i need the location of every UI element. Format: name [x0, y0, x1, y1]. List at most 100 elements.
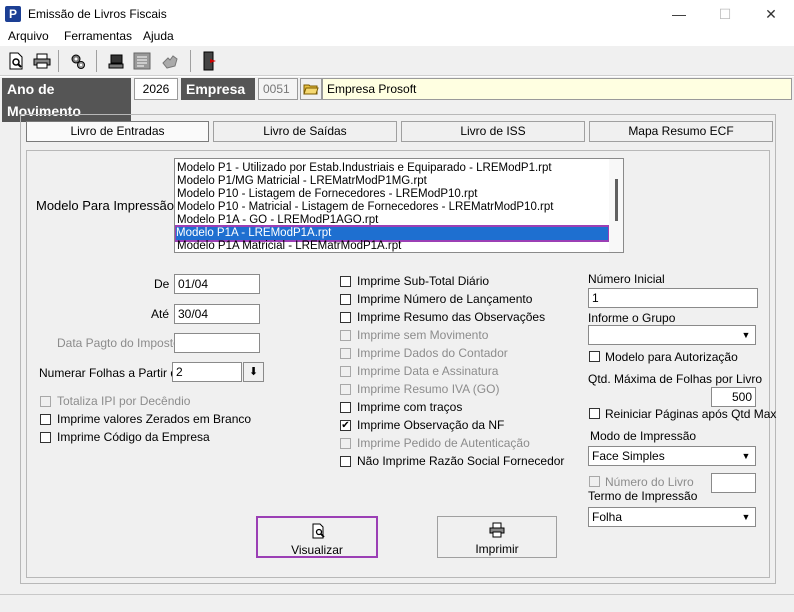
header-strip: Ano de Movimento 2026 Empresa 0051 Empre… — [0, 76, 794, 122]
numero-livro-checkbox[interactable] — [589, 476, 600, 487]
document-list-icon — [133, 52, 151, 70]
print-toolbar-button[interactable] — [30, 49, 54, 73]
list-item[interactable]: Modelo P1A - GO - LREModP1AGO.rpt — [177, 214, 378, 227]
chevron-down-icon: ▼ — [741, 512, 751, 522]
status-bar — [0, 594, 794, 612]
dados-contador-checkbox[interactable] — [340, 348, 351, 359]
modelo-impressao-list[interactable]: Modelo P1 - Utilizado por Estab.Industri… — [174, 158, 624, 253]
data-assinatura-checkbox[interactable] — [340, 366, 351, 377]
toolbar-separator — [190, 50, 191, 72]
empresa-lookup-button[interactable] — [300, 78, 322, 100]
printer-icon — [489, 522, 505, 538]
de-label: De — [154, 277, 170, 291]
grupo-select[interactable]: ▼ — [588, 325, 756, 345]
preview-icon — [9, 52, 23, 70]
observacao-nf-checkbox[interactable]: ✔ — [340, 420, 351, 431]
visualizar-button[interactable]: Visualizar — [256, 516, 378, 558]
window-title: Emissão de Livros Fiscais — [28, 7, 167, 21]
com-tracos-checkbox[interactable] — [340, 402, 351, 413]
printer-icon — [33, 53, 51, 69]
list-item[interactable]: Modelo P1/MG Matricial - LREMatrModP1MG.… — [177, 175, 427, 188]
data-assinatura-label: Imprime Data e Assinatura — [357, 364, 499, 378]
ano-movimento-field[interactable]: 2026 — [134, 78, 178, 100]
exit-door-icon — [203, 51, 216, 71]
numero-livro-label: Número do Livro — [605, 475, 694, 489]
menu-bar: Arquivo Ferramentas Ajuda — [0, 28, 794, 46]
pedido-autenticacao-checkbox[interactable] — [340, 438, 351, 449]
codigo-empresa-label: Imprime Código da Empresa — [57, 430, 210, 444]
ate-date-input[interactable]: 30/04 — [174, 304, 260, 324]
qtd-maxima-label: Qtd. Máxima de Folhas por Livro — [588, 372, 763, 386]
list-item[interactable]: Modelo P1A Matricial - LREMatrModP1A.rpt — [177, 240, 401, 252]
numerar-folhas-label: Numerar Folhas a Partir de — [39, 366, 184, 380]
minimize-button[interactable]: — — [656, 0, 702, 28]
exit-toolbar-button[interactable] — [198, 49, 222, 73]
resumo-observacoes-checkbox[interactable] — [340, 312, 351, 323]
menu-ferramentas[interactable]: Ferramentas — [64, 29, 132, 43]
empresa-label: Empresa — [181, 78, 255, 100]
maximize-button[interactable]: ☐ — [702, 0, 748, 28]
gears-icon — [71, 54, 85, 69]
menu-arquivo[interactable]: Arquivo — [8, 29, 49, 43]
computer-icon — [108, 54, 124, 69]
grupo-label: Informe o Grupo — [588, 311, 676, 325]
tab-mapa-resumo-ecf[interactable]: Mapa Resumo ECF — [589, 121, 773, 142]
termo-impressao-select[interactable]: Folha ▼ — [588, 507, 756, 527]
com-tracos-label: Imprime com traços — [357, 400, 463, 414]
empresa-code-field[interactable]: 0051 — [258, 78, 298, 100]
sub-total-diario-checkbox[interactable] — [340, 276, 351, 287]
observacao-nf-label: Imprime Observação da NF — [357, 418, 505, 432]
sem-movimento-label: Imprime sem Movimento — [357, 328, 489, 342]
valores-zerados-checkbox[interactable] — [40, 414, 51, 425]
hand-toolbar-button[interactable] — [158, 49, 182, 73]
app-icon: P — [5, 6, 21, 22]
reiniciar-paginas-label: Reiniciar Páginas após Qtd Max — [605, 407, 777, 421]
preview-icon — [312, 523, 325, 539]
settings-toolbar-button[interactable] — [66, 49, 90, 73]
resumo-observacoes-label: Imprime Resumo das Observações — [357, 310, 546, 324]
modo-impressao-select[interactable]: Face Simples ▼ — [588, 446, 756, 466]
resumo-iva-checkbox[interactable] — [340, 384, 351, 395]
menu-ajuda[interactable]: Ajuda — [143, 29, 174, 43]
numero-inicial-input[interactable]: 1 — [588, 288, 758, 308]
chevron-down-icon: ▼ — [741, 451, 751, 461]
list-scrollbar-thumb[interactable] — [615, 179, 618, 221]
tab-livro-iss[interactable]: Livro de ISS — [401, 121, 585, 142]
reiniciar-paginas-checkbox[interactable] — [589, 408, 600, 419]
data-pagto-input[interactable] — [174, 333, 260, 353]
numero-inicial-label: Número Inicial — [588, 272, 665, 286]
list-item-selected[interactable]: Modelo P1A - LREModP1A.rpt — [175, 225, 610, 242]
dados-contador-label: Imprime Dados do Contador — [357, 346, 508, 360]
data-pagto-label: Data Pagto do Imposto — [57, 336, 180, 350]
numero-lancamento-checkbox[interactable] — [340, 294, 351, 305]
razao-social-checkbox[interactable] — [340, 456, 351, 467]
title-bar: P Emissão de Livros Fiscais — ☐ ✕ — [0, 0, 794, 28]
imprimir-button[interactable]: Imprimir — [437, 516, 557, 558]
modo-impressao-value: Face Simples — [592, 449, 665, 463]
codigo-empresa-checkbox[interactable] — [40, 432, 51, 443]
numero-lancamento-label: Imprime Número de Lançamento — [357, 292, 533, 306]
computer-toolbar-button[interactable] — [104, 49, 128, 73]
sem-movimento-checkbox[interactable] — [340, 330, 351, 341]
list-item[interactable]: Modelo P10 - Listagem de Fornecedores - … — [177, 188, 477, 201]
preview-toolbar-button[interactable] — [4, 49, 28, 73]
numero-livro-input[interactable] — [711, 473, 756, 493]
qtd-maxima-input[interactable]: 500 — [711, 387, 756, 407]
list-item[interactable]: Modelo P1 - Utilizado por Estab.Industri… — [177, 162, 552, 175]
toolbar-separator — [58, 50, 59, 72]
imprimir-label: Imprimir — [475, 542, 519, 556]
close-button[interactable]: ✕ — [748, 0, 794, 28]
totaliza-ipi-checkbox[interactable] — [40, 396, 51, 407]
termo-impressao-value: Folha — [592, 510, 623, 524]
sub-total-diario-label: Imprime Sub-Total Diário — [357, 274, 490, 288]
totaliza-ipi-label: Totaliza IPI por Decêndio — [57, 394, 191, 408]
list-item[interactable]: Modelo P10 - Matricial - Listagem de For… — [177, 201, 553, 214]
numerar-folhas-input[interactable]: 2 — [172, 362, 242, 382]
tab-livro-entradas[interactable]: Livro de Entradas — [26, 121, 209, 142]
document-toolbar-button[interactable] — [130, 49, 154, 73]
modelo-autorizacao-checkbox[interactable] — [589, 351, 600, 362]
de-date-input[interactable]: 01/04 — [174, 274, 260, 294]
tab-livro-saidas[interactable]: Livro de Saídas — [213, 121, 397, 142]
numerar-folhas-button[interactable]: ⬇ — [243, 362, 264, 382]
chevron-down-icon: ▼ — [741, 330, 751, 340]
